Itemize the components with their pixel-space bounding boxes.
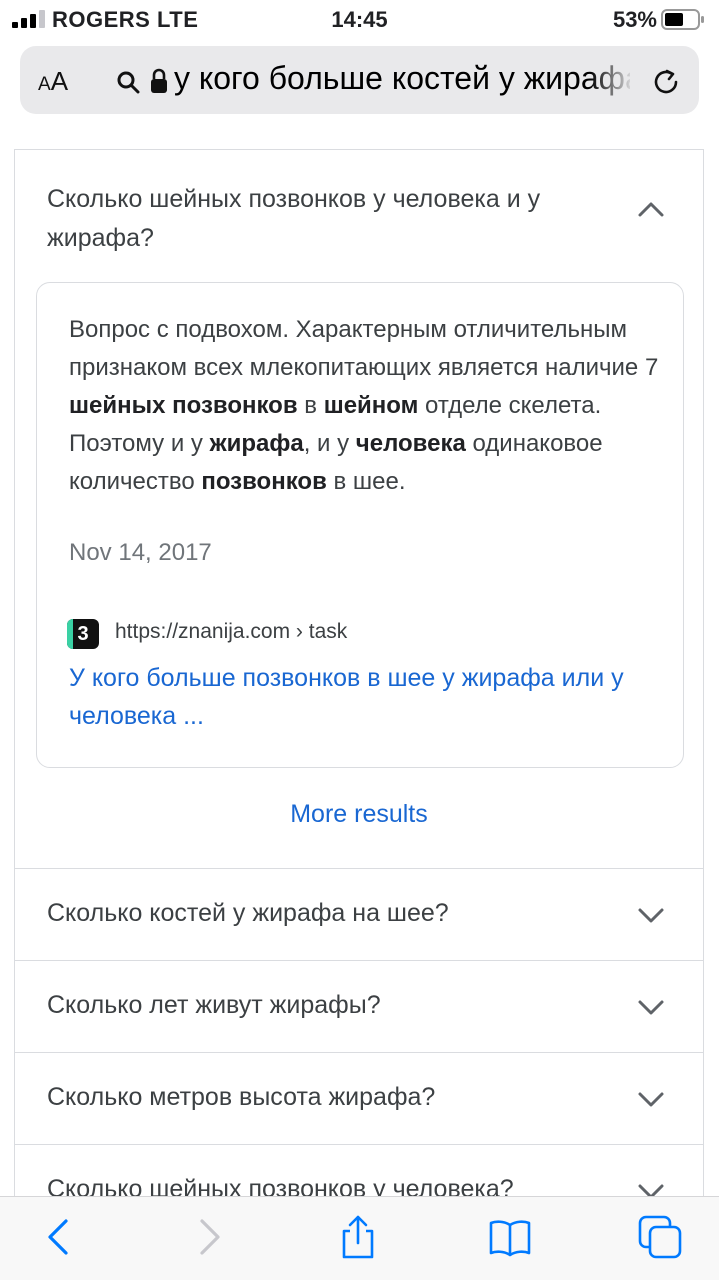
chevron-down-icon — [638, 1184, 664, 1196]
answer-highlight: жирафа — [209, 430, 304, 457]
more-results-link[interactable]: More results — [15, 800, 703, 829]
status-bar: ROGERS LTE 14:45 53% — [0, 0, 719, 40]
question-row[interactable]: Сколько костей у жирафа на шее? — [15, 868, 703, 960]
text-size-button[interactable]: AA — [38, 66, 68, 97]
chevron-down-icon — [638, 1000, 664, 1015]
answer-fragment: , и у — [303, 430, 356, 457]
related-questions-card: Сколько шейных позвонков у человека и у … — [14, 150, 704, 1196]
battery-percent: 53% — [612, 7, 657, 32]
chevron-down-icon — [638, 1092, 664, 1107]
question-text: Сколько метров высота жирафа? — [47, 1083, 436, 1111]
expanded-question[interactable]: Сколько шейных позвонков у человека и у … — [47, 180, 607, 258]
source-url[interactable]: https://znanija.com › task — [115, 620, 347, 644]
share-icon[interactable] — [336, 1215, 380, 1259]
source-title-link[interactable]: У кого больше позвонков в шее у жирафа и… — [69, 659, 649, 735]
answer-date: Nov 14, 2017 — [69, 539, 212, 566]
chevron-up-icon[interactable] — [637, 200, 665, 218]
answer-box: Вопрос с подвохом. Характерным отличител… — [36, 282, 684, 768]
battery-icon — [661, 9, 704, 30]
reload-icon[interactable] — [650, 66, 682, 98]
url-fade — [590, 56, 634, 106]
answer-fragment: в — [297, 392, 324, 419]
question-text: Сколько лет живут жирафы? — [47, 991, 381, 1019]
browser-top-bar: AA у кого больше костей у жирафа — [0, 40, 719, 132]
carrier-label: ROGERS LTE — [52, 7, 199, 32]
answer-fragment: в шее. — [326, 468, 406, 495]
answer-highlight: шейных позвонков — [69, 392, 298, 419]
forward-icon[interactable] — [186, 1215, 230, 1259]
question-row[interactable]: Сколько метров высота жирафа? — [15, 1052, 703, 1144]
answer-highlight: шейном — [323, 392, 419, 419]
page-content: Сколько шейных позвонков у человека и у … — [0, 132, 719, 1196]
answer-fragment: Вопрос с подвохом. Характерным отличител… — [69, 316, 659, 381]
browser-toolbar — [0, 1196, 719, 1280]
site-favicon-icon: 3 — [67, 619, 99, 649]
chevron-down-icon — [638, 908, 664, 923]
question-row[interactable]: Сколько шейных позвонков у человека? — [15, 1144, 703, 1196]
url-field[interactable]: у кого больше костей у жирафа — [174, 60, 630, 97]
answer-snippet: Вопрос с подвохом. Характерным отличител… — [69, 311, 669, 501]
lock-icon — [151, 68, 167, 93]
address-bar[interactable]: AA у кого больше костей у жирафа — [20, 46, 699, 114]
question-row[interactable]: Сколько лет живут жирафы? — [15, 960, 703, 1052]
answer-highlight: человека — [355, 430, 466, 457]
answer-highlight: позвонков — [201, 468, 327, 495]
signal-icon — [12, 10, 45, 28]
question-text: Сколько костей у жирафа на шее? — [47, 899, 449, 927]
divider — [14, 132, 704, 150]
bookmarks-icon[interactable] — [488, 1215, 532, 1259]
question-text: Сколько шейных позвонков у человека? — [47, 1175, 514, 1196]
search-icon — [117, 71, 140, 94]
back-icon[interactable] — [38, 1215, 82, 1259]
tabs-icon[interactable] — [638, 1215, 682, 1259]
